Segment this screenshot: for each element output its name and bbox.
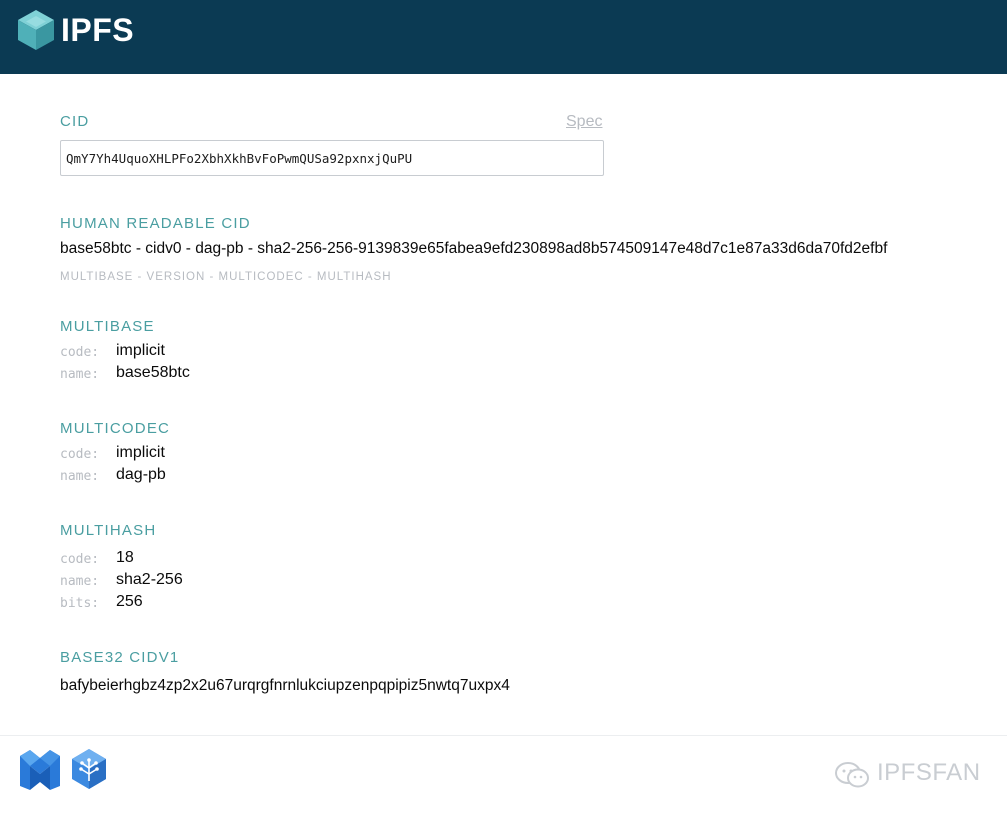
base32-label: BASE32 CIDV1	[60, 649, 180, 666]
cid-label: CID	[60, 113, 90, 130]
multibase-name-key: name:	[60, 367, 100, 382]
wechat-icon	[835, 762, 869, 788]
multihash-bits-key: bits:	[60, 596, 100, 611]
multihash-bits-value: 256	[116, 593, 143, 610]
multicodec-code-value: implicit	[116, 444, 165, 461]
multicodec-name-value: dag-pb	[116, 466, 166, 483]
human-readable-value: base58btc - cidv0 - dag-pb - sha2-256-25…	[60, 240, 888, 257]
spec-link[interactable]: Spec	[566, 113, 602, 131]
multihash-code-value: 18	[116, 549, 134, 566]
base32-value: bafybeierhgbz4zp2x2u67urqrgfnrnlukciupze…	[60, 677, 510, 694]
cid-input[interactable]: QmY7Yh4UquoXHLPFo2XbhXkhBvFoPwmQUSa92pxn…	[60, 140, 604, 176]
ipfs-cube-logo-icon[interactable]	[16, 8, 56, 52]
multihash-label: MULTIHASH	[60, 522, 157, 539]
multibase-code-value: implicit	[116, 342, 165, 359]
watermark-text: IPFSFAN	[877, 759, 981, 786]
brand-title[interactable]: IPFS	[61, 12, 134, 49]
multibase-code-key: code:	[60, 345, 100, 360]
multihash-name-value: sha2-256	[116, 571, 183, 588]
multihash-name-key: name:	[60, 574, 100, 589]
footer-divider	[0, 735, 1007, 736]
multihash-code-key: code:	[60, 552, 100, 567]
app-header: IPFS	[0, 0, 1007, 74]
multicodec-name-key: name:	[60, 469, 100, 484]
human-readable-caption: MULTIBASE - VERSION - MULTICODEC - MULTI…	[60, 271, 392, 283]
multicodec-label: MULTICODEC	[60, 420, 171, 437]
human-readable-label: HUMAN READABLE CID	[60, 215, 251, 232]
multiformats-logo-icon[interactable]	[20, 750, 60, 790]
multicodec-code-key: code:	[60, 447, 100, 462]
cid-input-value: QmY7Yh4UquoXHLPFo2XbhXkhBvFoPwmQUSa92pxn…	[66, 151, 413, 166]
multibase-name-value: base58btc	[116, 364, 190, 381]
multibase-label: MULTIBASE	[60, 318, 155, 335]
ipld-logo-icon[interactable]	[70, 748, 108, 790]
